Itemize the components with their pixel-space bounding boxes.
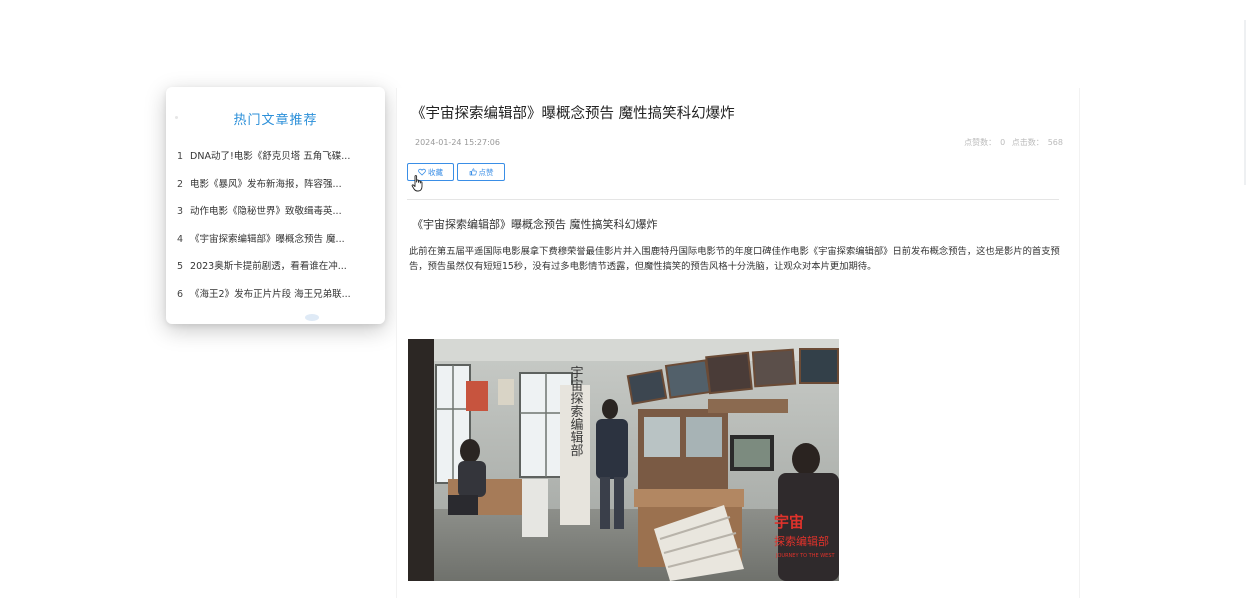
hot-article-item[interactable]: 4 《宇宙探索编辑部》曝概念预告 魔... xyxy=(177,232,377,260)
article-panel: 《宇宙探索编辑部》曝概念预告 魔性搞笑科幻爆炸 2024-01-24 15:27… xyxy=(396,88,1080,598)
hot-article-title: 动作电影《隐秘世界》致敬缉毒英... xyxy=(190,206,342,217)
like-label: 点赞 xyxy=(478,168,494,177)
clicks-label: 点击数： xyxy=(1011,138,1044,147)
hot-articles-list: 1 DNA动了!电影《舒克贝塔 五角飞碟... 2 电影《暴风》发布新海报，阵容… xyxy=(177,149,377,314)
hot-article-num: 1 xyxy=(177,151,184,162)
hot-article-num: 3 xyxy=(177,206,184,217)
hot-article-item[interactable]: 6 《海王2》发布正片片段 海王兄弟联... xyxy=(177,287,377,315)
window-edge xyxy=(1244,20,1246,185)
article-body: 此前在第五届平遥国际电影展拿下费穆荣誉最佳影片并入围鹿特丹国际电影节的年度口碑佳… xyxy=(409,246,1060,272)
hot-article-item[interactable]: 1 DNA动了!电影《舒克贝塔 五角飞碟... xyxy=(177,149,377,177)
hot-article-num: 6 xyxy=(177,288,184,300)
article-datetime: 2024-01-24 15:27:06 xyxy=(415,138,500,147)
hot-articles-card: 热门文章推荐 1 DNA动了!电影《舒克贝塔 五角飞碟... 2 电影《暴风》发… xyxy=(166,87,385,324)
hot-article-title: 电影《暴风》发布新海报，阵容强... xyxy=(190,178,342,190)
article-subtitle: 《宇宙探索编辑部》曝概念预告 魔性搞笑科幻爆炸 xyxy=(412,218,658,231)
article-title: 《宇宙探索编辑部》曝概念预告 魔性搞笑科幻爆炸 xyxy=(411,106,735,122)
clicks-count: 568 xyxy=(1047,138,1063,147)
hot-articles-title: 热门文章推荐 xyxy=(233,113,318,128)
logo-english: JOURNEY TO THE WEST xyxy=(775,553,836,559)
favorite-label: 收藏 xyxy=(428,168,443,177)
page: 热门文章推荐 1 DNA动了!电影《舒克贝塔 五角飞碟... 2 电影《暴风》发… xyxy=(0,0,1247,598)
hot-article-item[interactable]: 3 动作电影《隐秘世界》致敬缉毒英... xyxy=(177,204,377,232)
hot-article-item[interactable]: 5 2023奥斯卡提前剧透，看看谁在冲... xyxy=(177,259,377,287)
film-still-scene: 宇宙探索编辑部 宇宙 探索编辑部 JOURNEY TO THE WEST xyxy=(408,339,839,581)
hand-cursor-icon xyxy=(411,175,423,192)
logo-text: 宇宙 xyxy=(774,513,804,531)
scroll-indicator xyxy=(305,314,319,321)
hot-article-title: 《宇宙探索编辑部》曝概念预告 魔... xyxy=(190,233,345,245)
hot-article-title: 2023奥斯卡提前剧透，看看谁在冲... xyxy=(190,261,347,272)
likes-count: 0 xyxy=(1000,138,1006,147)
hot-article-num: 5 xyxy=(177,261,184,272)
logo-subtext: 探索编辑部 xyxy=(774,534,829,548)
hot-article-item[interactable]: 2 电影《暴风》发布新海报，阵容强... xyxy=(177,177,377,205)
hot-article-num: 2 xyxy=(177,178,184,190)
thumbs-up-icon xyxy=(469,168,477,176)
article-divider xyxy=(407,199,1059,200)
likes-label: 点赞数： xyxy=(964,138,997,147)
like-button[interactable]: 点赞 xyxy=(457,163,505,181)
hot-article-num: 4 xyxy=(177,233,184,245)
hot-article-title: 《海王2》发布正片片段 海王兄弟联... xyxy=(190,288,351,300)
article-stats: 点赞数： 0 点击数： 568 xyxy=(960,137,1063,148)
article-image: 宇宙探索编辑部 宇宙 探索编辑部 JOURNEY TO THE WEST xyxy=(408,339,839,581)
banner-text: 宇宙探索编辑部 xyxy=(568,366,584,457)
hot-article-title: DNA动了!电影《舒克贝塔 五角飞碟... xyxy=(190,151,351,162)
